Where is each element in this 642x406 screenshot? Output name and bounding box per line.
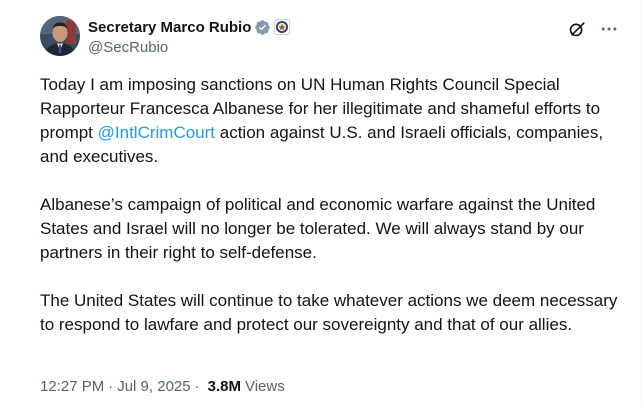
display-name[interactable]: Secretary Marco Rubio [88,19,251,36]
avatar-image [40,16,80,56]
views-label: Views [244,378,285,395]
tweet-paragraph-2: Albanese’s campaign of political and eco… [40,195,596,262]
meta-separator: · [194,378,200,395]
grok-icon[interactable] [566,18,588,40]
government-seal-icon[interactable] [274,19,291,35]
avatar[interactable] [40,16,80,56]
tweet-date[interactable]: Jul 9, 2025 [117,378,190,395]
tweet-paragraph-3: The United States will continue to take … [40,291,618,334]
author-names: Secretary Marco Rubio @SecRubio [88,17,291,56]
tweet-header: Secretary Marco Rubio @SecRubio [40,16,620,60]
verified-badge-icon[interactable] [254,19,271,36]
mention-link[interactable]: @IntlCrimCourt [98,123,215,142]
name-row: Secretary Marco Rubio [88,17,291,37]
tweet-paragraph-1: Today I am imposing sanctions on UN Huma… [40,73,620,169]
more-options-icon[interactable] [598,18,620,40]
author-handle[interactable]: @SecRubio [88,39,290,56]
views-count[interactable]: 3.8M [208,378,241,395]
tweet-time[interactable]: 12:27 PM [40,378,104,395]
tweet-body: Today I am imposing sanctions on UN Huma… [40,73,620,337]
meta-separator: · [108,378,114,395]
tweet-card: Secretary Marco Rubio @SecRubio Today I … [0,0,642,406]
tweet-meta: 12:27 PM · Jul 9, 2025 · 3.8M Views [40,378,285,395]
tweet-actions [566,18,620,40]
